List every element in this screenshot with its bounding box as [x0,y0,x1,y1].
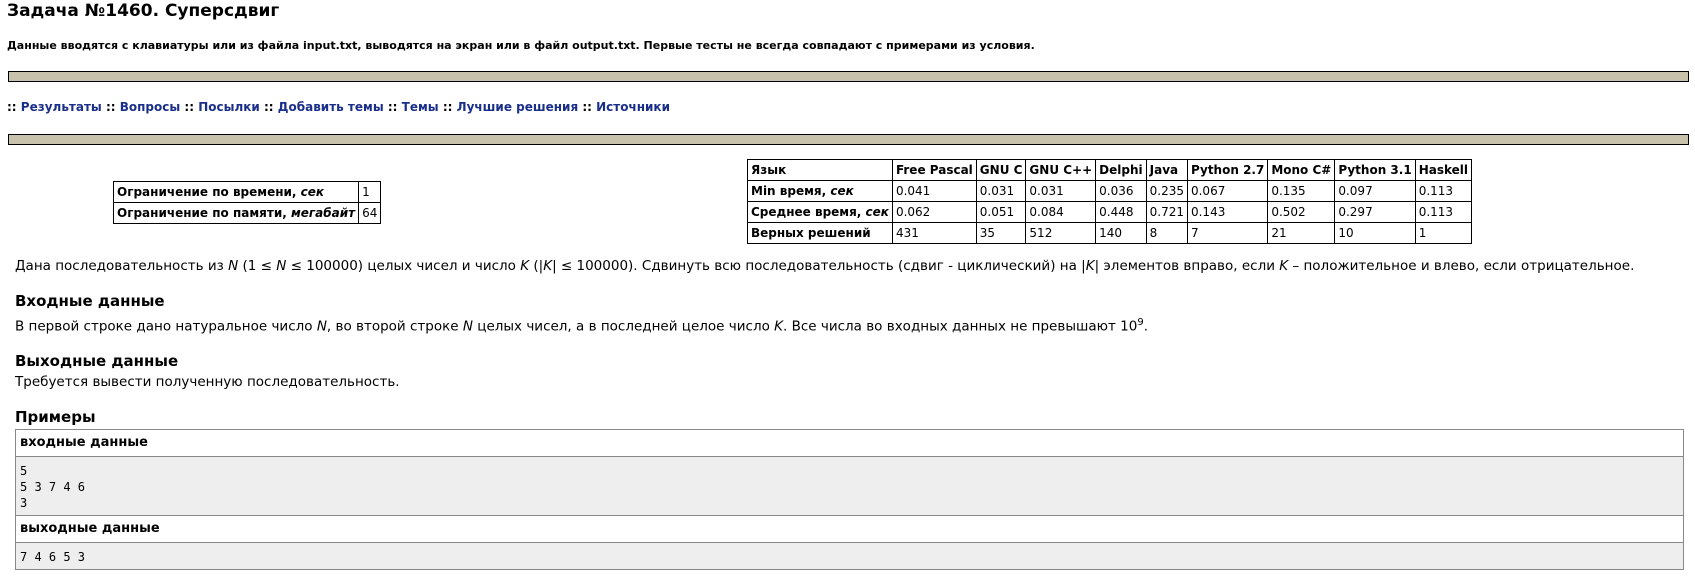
stats-cell: 0.031 [975,180,1027,202]
stats-cell: 0.721 [1145,201,1188,223]
language-stats-table: Язык Free Pascal GNU C GNU C++ Delphi Ja… [747,159,1473,244]
example-input-label: входные данные [16,430,1683,457]
stats-row-correct: Верных решений 431 35 512 140 8 7 21 10 … [747,222,1473,244]
stats-cell: 0.235 [1145,180,1188,202]
stats-header-row: Язык Free Pascal GNU C GNU C++ Delphi Ja… [747,159,1473,181]
stats-header-cell: Haskell [1414,159,1473,181]
nav-link-submissions[interactable]: Посылки [198,100,260,114]
nav-link-add-topics[interactable]: Добавить темы [278,100,384,114]
stats-row-avg-time: Среднее время, сек 0.062 0.051 0.084 0.4… [747,201,1473,223]
stats-cell: 0.031 [1025,180,1097,202]
nav-link-questions[interactable]: Вопросы [120,100,180,114]
memory-limit-value: 64 [358,202,382,224]
example-output-value: 7 4 6 5 3 [16,543,1683,569]
stats-cell: 0.051 [975,201,1027,223]
stats-cell: 0.448 [1095,201,1147,223]
examples-table: входные данные 5 5 3 7 4 6 3 выходные да… [15,429,1684,570]
problem-nav: :: Результаты :: Вопросы :: Посылки :: Д… [7,100,670,114]
stats-header-cell: Delphi [1095,159,1147,181]
stats-header-cell: Java [1145,159,1188,181]
problem-statement: Дана последовательность из N (1 ≤ N ≤ 10… [15,258,1635,274]
stats-cell: 0.097 [1334,180,1416,202]
problem-title: Задача №1460. Суперсдвиг [7,1,280,21]
stats-cell: 0.135 [1267,180,1336,202]
stats-cell: 7 [1186,222,1269,244]
stats-cell: 10 [1334,222,1416,244]
stats-row-label: Верных решений [747,222,893,244]
stats-header-cell: Mono C# [1267,159,1336,181]
nav-link-sources[interactable]: Источники [596,100,670,114]
limits-table: Ограничение по времени, сек 1 Ограничени… [112,181,382,224]
nav-link-topics[interactable]: Темы [402,100,439,114]
stats-cell: 21 [1267,222,1336,244]
nav-link-results[interactable]: Результаты [21,100,102,114]
time-limit-value: 1 [358,181,382,203]
stats-cell: 0.067 [1186,180,1269,202]
memory-limit-row: Ограничение по памяти, мегабайт 64 [112,202,382,224]
stats-cell: 8 [1145,222,1188,244]
io-note: Данные вводятся с клавиатуры или из файл… [7,39,1035,52]
nav-link-best-solutions[interactable]: Лучшие решения [457,100,579,114]
example-input-value: 5 5 3 7 4 6 3 [16,457,1683,515]
example-output-label: выходные данные [16,515,1683,543]
stats-header-cell: Язык [747,159,893,181]
output-heading: Выходные данные [15,352,179,370]
stats-row-min-time: Min время, сек 0.041 0.031 0.031 0.036 0… [747,180,1473,202]
stats-cell: 0.297 [1334,201,1416,223]
time-limit-label: Ограничение по времени, сек [112,181,360,203]
stats-cell: 35 [975,222,1027,244]
stats-header-cell: GNU C++ [1025,159,1097,181]
stats-cell: 0.113 [1414,180,1473,202]
stats-cell: 0.143 [1186,201,1269,223]
stats-cell: 431 [891,222,977,244]
memory-limit-label: Ограничение по памяти, мегабайт [112,202,360,224]
stats-header-cell: Python 2.7 [1186,159,1269,181]
stats-cell: 0.502 [1267,201,1336,223]
stats-cell: 140 [1095,222,1147,244]
stats-cell: 1 [1414,222,1473,244]
stats-header-cell: Python 3.1 [1334,159,1416,181]
stats-header-cell: Free Pascal [891,159,977,181]
input-description: В первой строке дано натуральное число N… [15,317,1148,335]
stats-cell: 0.113 [1414,201,1473,223]
time-limit-row: Ограничение по времени, сек 1 [112,181,382,203]
stats-cell: 0.084 [1025,201,1097,223]
stats-cell: 0.036 [1095,180,1147,202]
input-heading: Входные данные [15,292,165,310]
examples-heading: Примеры [15,408,96,426]
stats-row-label: Min время, сек [747,180,893,202]
output-description: Требуется вывести полученную последовате… [15,374,400,390]
stats-cell: 512 [1025,222,1097,244]
stats-cell: 0.062 [891,201,977,223]
stats-row-label: Среднее время, сек [747,201,893,223]
divider-bar [8,134,1689,145]
divider-bar [8,71,1689,82]
stats-cell: 0.041 [891,180,977,202]
stats-header-cell: GNU C [975,159,1027,181]
